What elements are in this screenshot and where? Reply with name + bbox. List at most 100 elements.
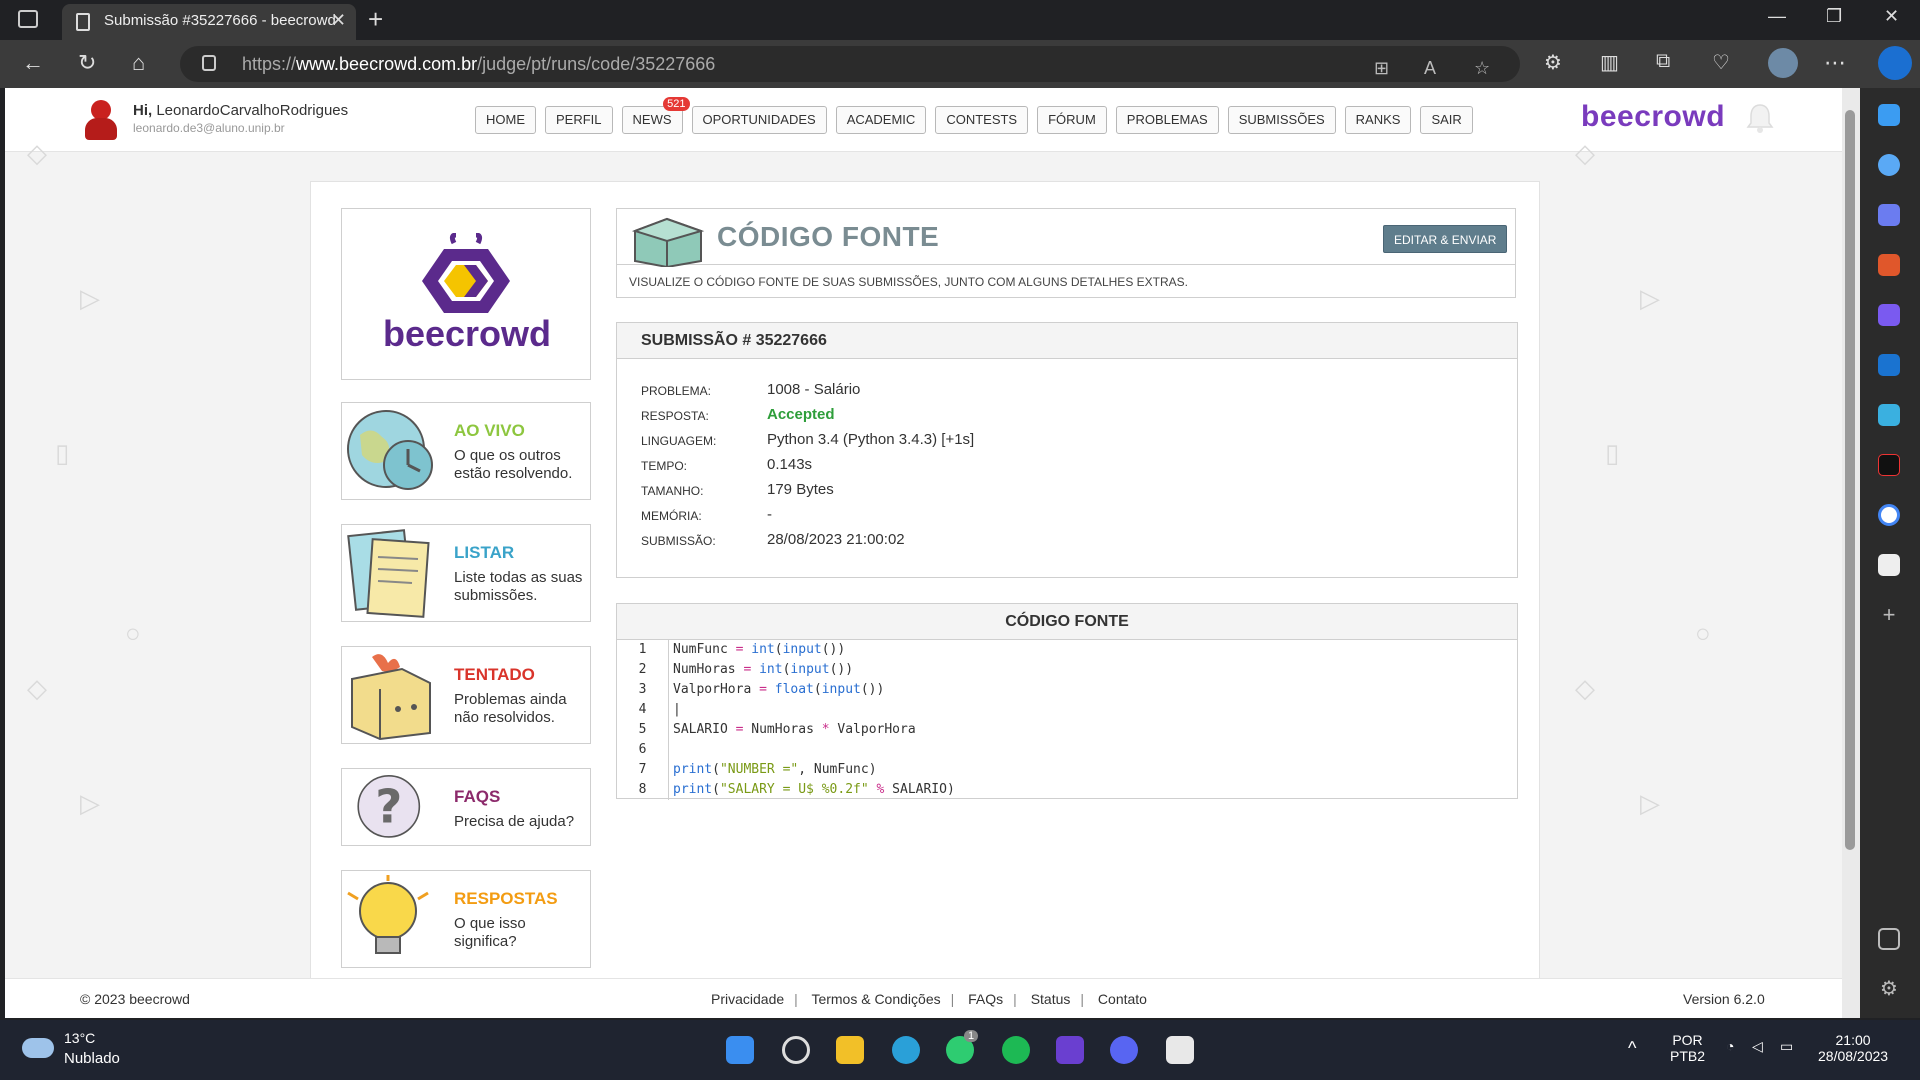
- scrollbar-thumb[interactable]: [1845, 110, 1855, 850]
- tab-actions-icon[interactable]: [18, 10, 38, 28]
- nav-perfil[interactable]: PERFIL: [545, 106, 613, 134]
- decor-triangle-icon: ▷: [80, 283, 100, 313]
- nav-oportunidades[interactable]: OPORTUNIDADES: [691, 106, 827, 134]
- site-header: Hi, LeonardoCarvalhoRodrigues leonardo.d…: [5, 88, 1842, 152]
- whatsapp-icon[interactable]: 1: [946, 1030, 979, 1064]
- input-language[interactable]: POR PTB2: [1670, 1032, 1705, 1064]
- favorite-star-icon[interactable]: ☆: [1474, 58, 1490, 79]
- iptv-icon[interactable]: [1056, 1036, 1084, 1064]
- wifi-icon[interactable]: ◔: [1726, 1038, 1734, 1054]
- footer-link-termos[interactable]: Termos & Condições: [811, 991, 940, 1007]
- app-available-icon[interactable]: ⊞: [1374, 58, 1389, 79]
- page-viewport: Hi, LeonardoCarvalhoRodrigues leonardo.d…: [5, 88, 1842, 1018]
- clock[interactable]: 21:00 28/08/2023: [1818, 1032, 1888, 1064]
- footer-links: Privacidade | Termos & Condições | FAQs | S…: [711, 991, 1147, 1007]
- add-icon[interactable]: +: [1878, 604, 1900, 626]
- extensions-icon[interactable]: ⚙: [1544, 50, 1562, 75]
- start-windows-icon[interactable]: [726, 1036, 754, 1064]
- discord-icon[interactable]: [1110, 1036, 1138, 1064]
- url-field[interactable]: https://www.beecrowd.com.br/judge/pt/run…: [180, 46, 1520, 82]
- decor-diamond-icon: ◇: [27, 673, 47, 703]
- settings-gear-icon[interactable]: ⚙: [1878, 978, 1900, 1000]
- card-tentado[interactable]: TENTADO Problemas ainda não resolvidos.: [341, 646, 591, 744]
- nav-sair[interactable]: SAIR: [1420, 106, 1473, 134]
- profile-avatar-icon[interactable]: [1768, 48, 1798, 78]
- code-line: 4 |: [617, 700, 1517, 720]
- notifications-icon[interactable]: [1878, 104, 1900, 126]
- microsoft-store-icon[interactable]: [1166, 1036, 1194, 1064]
- search-icon[interactable]: [1878, 154, 1900, 176]
- card-faqs[interactable]: ? FAQS Precisa de ajuda?: [341, 768, 591, 846]
- games-icon[interactable]: [1878, 304, 1900, 326]
- split-screen-icon[interactable]: ▥: [1600, 50, 1619, 75]
- shopping-tag-icon[interactable]: [1878, 204, 1900, 226]
- code-line: 1 NumFunc = int(input()): [617, 640, 1517, 660]
- notification-bell-icon[interactable]: [1745, 102, 1775, 134]
- nav-forum[interactable]: FÓRUM: [1037, 106, 1107, 134]
- close-tab-icon[interactable]: ✕: [331, 10, 346, 31]
- cloud-weather-icon[interactable]: [22, 1038, 54, 1058]
- bing-copilot-icon[interactable]: [1878, 46, 1912, 80]
- refresh-icon[interactable]: ↻: [78, 50, 96, 76]
- new-tab-icon[interactable]: +: [368, 4, 383, 35]
- tools-icon[interactable]: [1878, 254, 1900, 276]
- file-explorer-icon[interactable]: [836, 1036, 864, 1064]
- decor-triangle-icon: ▷: [1640, 283, 1660, 313]
- greeting: Hi, LeonardoCarvalhoRodrigues: [133, 102, 349, 119]
- main-nav: HOME PERFIL NEWS 521 OPORTUNIDADES ACADEM…: [475, 97, 1473, 134]
- user-email: leonardo.de3@aluno.unip.br: [133, 121, 285, 135]
- browser-tab-bar: Submissão #35227666 - beecrowd ✕ + — ❐ ✕: [0, 0, 1920, 40]
- nav-news[interactable]: NEWS 521: [621, 97, 690, 134]
- edit-and-submit-button[interactable]: EDITAR & ENVIAR: [1383, 225, 1508, 253]
- version-label: Version 6.2.0: [1683, 991, 1765, 1007]
- app-icon[interactable]: [1878, 554, 1900, 576]
- footer-link-status[interactable]: Status: [1031, 991, 1071, 1007]
- code-line: 5 SALARIO = NumHoras * ValporHora: [617, 720, 1517, 740]
- nav-submissoes[interactable]: SUBMISSÕES: [1227, 106, 1336, 134]
- outlook-icon[interactable]: [1878, 354, 1900, 376]
- close-window-icon[interactable]: ✕: [1884, 6, 1899, 27]
- tray-chevron-up-icon[interactable]: ^: [1628, 1038, 1636, 1059]
- card-listar[interactable]: LISTAR Liste todas as suas submissões.: [341, 524, 591, 622]
- hide-sidebar-icon[interactable]: [1878, 928, 1900, 950]
- user-avatar[interactable]: [83, 100, 119, 140]
- nav-problemas[interactable]: PROBLEMAS: [1115, 106, 1219, 134]
- tab-title: Submissão #35227666 - beecrowd: [104, 12, 336, 29]
- card-title: TENTADO: [454, 665, 535, 684]
- edge-browser-icon[interactable]: [892, 1036, 920, 1064]
- more-menu-icon[interactable]: ⋯: [1824, 50, 1846, 76]
- browser-tab[interactable]: Submissão #35227666 - beecrowd ✕: [62, 4, 356, 40]
- tiktok-icon[interactable]: [1878, 454, 1900, 476]
- nav-ranks[interactable]: RANKS: [1344, 106, 1412, 134]
- volume-icon[interactable]: ◁: [1752, 1038, 1763, 1055]
- spotify-icon[interactable]: [1002, 1036, 1030, 1064]
- lock-icon: [202, 55, 216, 71]
- page-header-top: CÓDIGO FONTE EDITAR & ENVIAR: [617, 209, 1515, 267]
- brand-logo-text[interactable]: beecrowd: [1581, 100, 1725, 134]
- beecrowd-logo-box[interactable]: beecrowd: [341, 208, 591, 380]
- code-line: 7 print("NUMBER =", NumFunc): [617, 760, 1517, 780]
- code-editor[interactable]: 1 NumFunc = int(input()) 2 NumHoras = in…: [617, 640, 1517, 800]
- nav-contests[interactable]: CONTESTS: [935, 106, 1029, 134]
- card-respostas[interactable]: RESPOSTAS O que isso significa?: [341, 870, 591, 968]
- collections-icon[interactable]: ⧉: [1656, 50, 1670, 73]
- nav-home[interactable]: HOME: [475, 106, 536, 134]
- card-ao-vivo[interactable]: AO VIVO O que os outros estão resolvendo…: [341, 402, 591, 500]
- read-aloud-icon[interactable]: A: [1424, 58, 1436, 79]
- decor-diamond-icon: ◇: [1575, 138, 1595, 168]
- telegram-icon[interactable]: [1878, 404, 1900, 426]
- footer-link-contato[interactable]: Contato: [1098, 991, 1147, 1007]
- footer-link-privacidade[interactable]: Privacidade: [711, 991, 784, 1007]
- footer-link-faqs[interactable]: FAQs: [968, 991, 1003, 1007]
- card-description: O que isso significa?: [454, 915, 526, 950]
- source-code-heading: CÓDIGO FONTE: [617, 604, 1517, 640]
- nav-academic[interactable]: ACADEMIC: [835, 106, 927, 134]
- taskbar-search-icon[interactable]: [782, 1036, 810, 1064]
- minimize-icon[interactable]: —: [1768, 6, 1786, 27]
- battery-icon[interactable]: ▭: [1780, 1038, 1793, 1055]
- home-icon[interactable]: ⌂: [132, 50, 145, 76]
- google-icon[interactable]: [1878, 504, 1900, 526]
- performance-icon[interactable]: ♡: [1712, 50, 1730, 75]
- restore-icon[interactable]: ❐: [1826, 6, 1842, 27]
- back-icon[interactable]: ←: [22, 50, 44, 76]
